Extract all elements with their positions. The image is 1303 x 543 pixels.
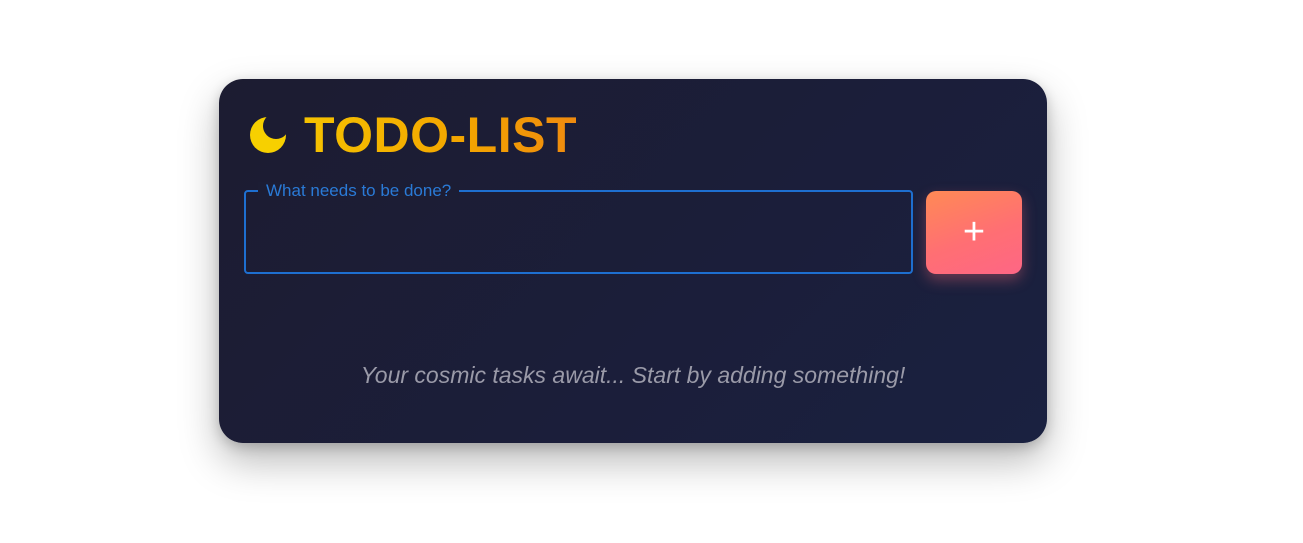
plus-icon: +: [962, 211, 986, 253]
app-title: TODO-LIST: [304, 107, 578, 163]
app-header: TODO-LIST: [249, 107, 577, 163]
add-task-button[interactable]: +: [926, 191, 1022, 274]
todo-card: TODO-LIST What needs to be done? + Your …: [219, 79, 1047, 443]
moon-icon[interactable]: [249, 116, 287, 154]
new-task-field[interactable]: What needs to be done?: [244, 182, 913, 274]
empty-state-message: Your cosmic tasks await... Start by addi…: [360, 362, 906, 388]
new-task-input[interactable]: [246, 192, 911, 272]
